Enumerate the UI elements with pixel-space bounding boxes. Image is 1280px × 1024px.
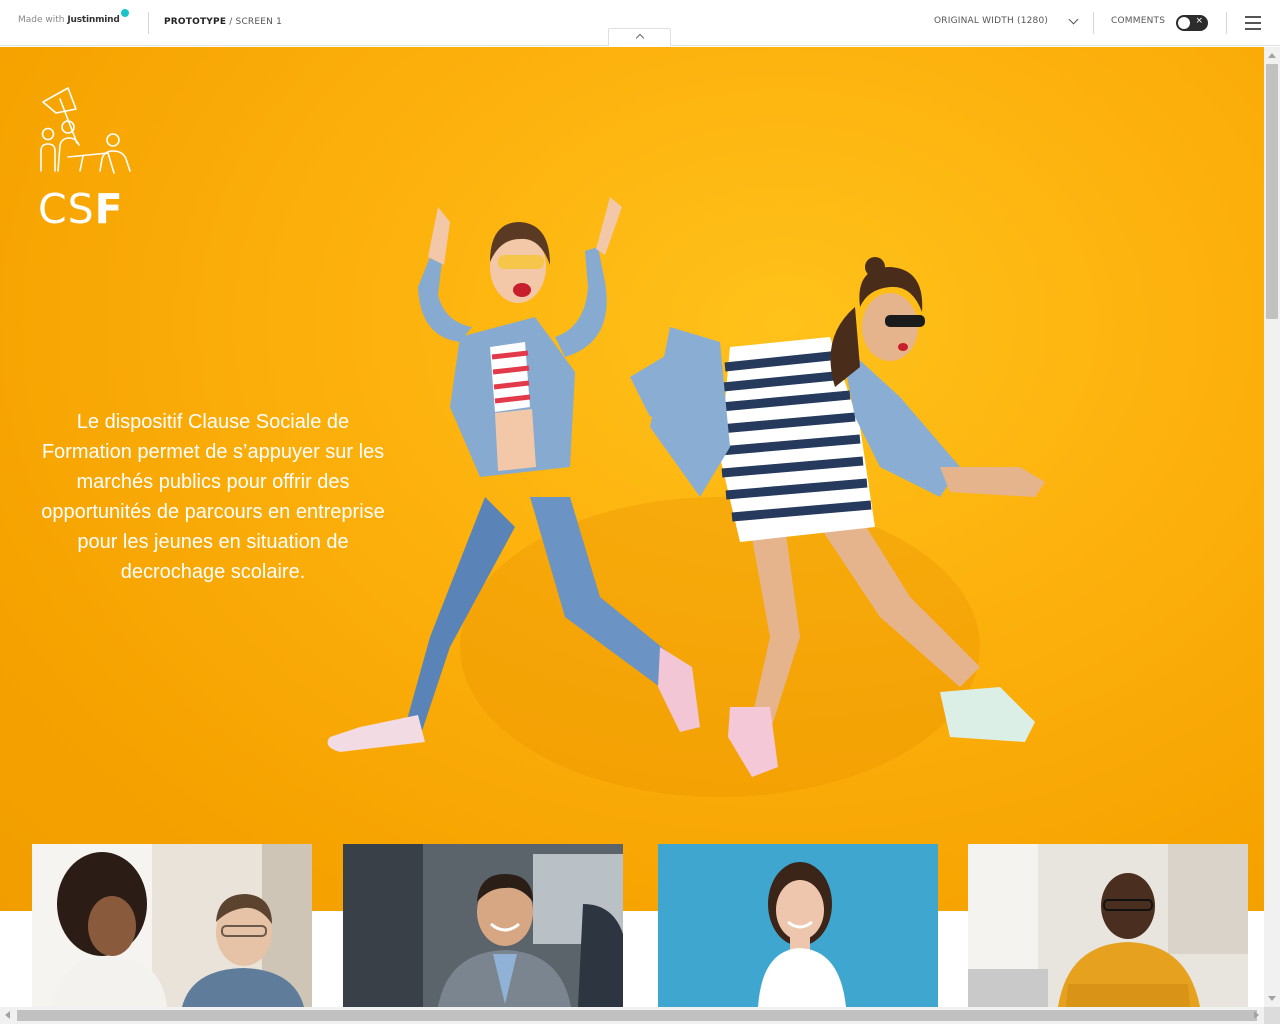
- horizontal-scrollbar[interactable]: [0, 1007, 1264, 1024]
- width-select-label: ORIGINAL WIDTH (1280): [934, 16, 1049, 26]
- breadcrumb-prototype[interactable]: PROTOTYPE: [164, 17, 226, 27]
- csf-logo-text: CSF: [38, 185, 124, 233]
- team-card[interactable]: [32, 844, 312, 1007]
- horizontal-scroll-thumb[interactable]: [17, 1010, 1257, 1021]
- comments-toggle[interactable]: ×: [1176, 15, 1208, 31]
- scrollbar-corner: [1264, 1007, 1280, 1024]
- brand-dot-icon: [120, 9, 129, 17]
- comments-label: COMMENTS: [1111, 16, 1166, 26]
- chevron-down-icon: [1068, 14, 1079, 24]
- toolbar-divider: [148, 12, 149, 34]
- prototype-canvas: CSF Le dispositif Clause Sociale de Form…: [0, 47, 1264, 1007]
- width-select[interactable]: ORIGINAL WIDTH (1280): [934, 14, 1079, 26]
- vertical-scroll-thumb[interactable]: [1266, 64, 1278, 319]
- scroll-up-arrow-icon[interactable]: [1268, 53, 1276, 58]
- team-card[interactable]: [658, 844, 938, 1007]
- toolbar-divider: [1093, 12, 1094, 34]
- brand-name: Justinmind: [67, 15, 120, 25]
- collapse-toolbar-button[interactable]: [608, 28, 671, 46]
- hero-description: Le dispositif Clause Sociale de Formatio…: [41, 411, 385, 583]
- breadcrumb-screen: SCREEN 1: [235, 17, 283, 27]
- scroll-down-arrow-icon[interactable]: [1268, 996, 1276, 1001]
- vertical-scrollbar[interactable]: [1264, 47, 1280, 1007]
- breadcrumb: PROTOTYPE / SCREEN 1: [164, 17, 282, 27]
- smiling-woman-blue-background-photo: [658, 844, 938, 1007]
- made-with-label: Made with: [18, 15, 65, 25]
- two-jumping-young-women-photo: [327, 197, 1045, 797]
- made-with-justinmind-logo[interactable]: Made with Justinmind: [18, 9, 129, 25]
- team-card[interactable]: [343, 844, 623, 1007]
- two-people-meeting-photo: [32, 844, 312, 1007]
- scroll-left-arrow-icon[interactable]: [5, 1011, 10, 1019]
- team-card[interactable]: [968, 844, 1248, 1007]
- close-icon: ×: [1195, 16, 1203, 26]
- smiling-man-in-suit-photo: [343, 844, 623, 1007]
- toggle-knob: [1178, 17, 1190, 29]
- toolbar-divider: [1226, 12, 1227, 34]
- chevron-up-icon: [635, 33, 645, 43]
- man-yellow-sweater-photo: [968, 844, 1248, 1007]
- breadcrumb-separator: /: [226, 17, 236, 27]
- hero-section: CSF Le dispositif Clause Sociale de Form…: [0, 47, 1264, 911]
- scroll-right-arrow-icon[interactable]: [1254, 1011, 1259, 1019]
- hamburger-icon[interactable]: [1245, 16, 1261, 30]
